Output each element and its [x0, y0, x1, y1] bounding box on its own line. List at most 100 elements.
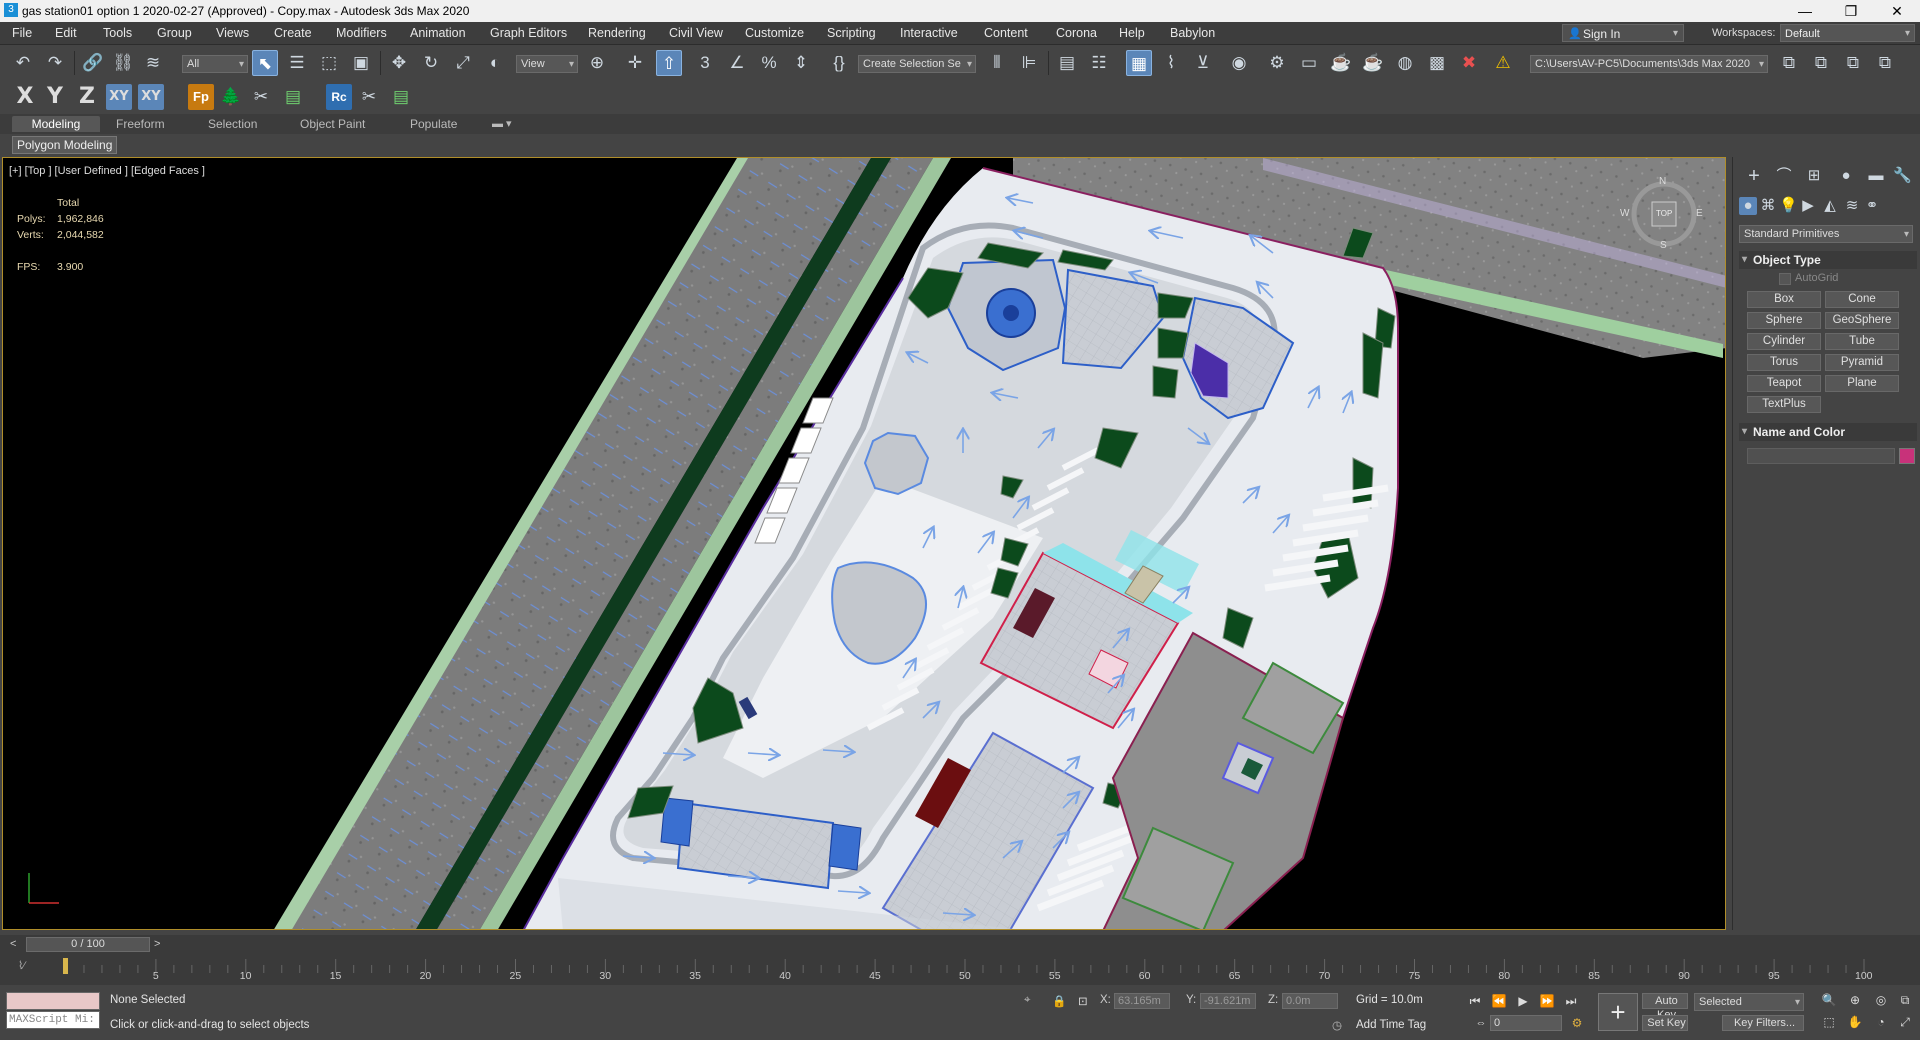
pan-icon[interactable]: ✋ — [1846, 1013, 1864, 1031]
zoom-all-icon[interactable]: ⊕ — [1846, 991, 1864, 1009]
project-folder-icon[interactable]: ⧉ — [1776, 50, 1802, 76]
reference-coordinate-dropdown[interactable]: View — [516, 55, 578, 73]
teapot-button[interactable]: Teapot — [1747, 375, 1821, 392]
maximize-viewport-icon[interactable]: ⤢ — [1896, 1013, 1914, 1031]
menu-modifiers[interactable]: Modifiers — [336, 26, 387, 40]
app-icon[interactable]: 3 — [4, 3, 18, 17]
maxscript-listener-input[interactable]: MAXScript Mi: — [6, 1011, 100, 1029]
maxscript-listener-top[interactable] — [6, 992, 100, 1010]
tab-object-paint[interactable]: Object Paint — [292, 116, 373, 132]
link-icon[interactable]: 🔗 — [80, 50, 106, 76]
corona-tools-icon[interactable]: ▩ — [1424, 50, 1450, 76]
z-coord-field[interactable]: 0.0m — [1282, 993, 1338, 1009]
set-key-big-button[interactable]: + — [1598, 993, 1638, 1031]
menu-edit[interactable]: Edit — [55, 26, 77, 40]
cone-button[interactable]: Cone — [1825, 291, 1899, 308]
lock-selection-icon[interactable]: 🔒 — [1052, 994, 1066, 1008]
y-coord-field[interactable]: -91.621m — [1200, 993, 1256, 1009]
sign-in-dropdown[interactable]: 👤 Sign In ▾ — [1562, 24, 1684, 42]
railclone-icon[interactable]: Rc — [326, 84, 352, 110]
axis-xy-cycle-button[interactable]: XY — [138, 84, 164, 110]
menu-scripting[interactable]: Scripting — [827, 26, 876, 40]
category-dropdown[interactable]: Standard Primitives — [1739, 225, 1913, 243]
menu-create[interactable]: Create — [274, 26, 312, 40]
auto-key-button[interactable]: Auto Key — [1642, 993, 1688, 1021]
modify-tab-icon[interactable]: ⌒ — [1775, 167, 1793, 185]
railclone-list-icon[interactable]: ▤ — [388, 84, 414, 110]
ribbon-options-icon[interactable]: ▬ ▾ — [484, 116, 520, 132]
rect-selection-region-icon[interactable]: ⬚ — [316, 50, 342, 76]
minimize-button[interactable]: — — [1782, 0, 1828, 22]
orbit-icon[interactable]: ◔ — [1872, 1013, 1890, 1031]
curve-editor-icon[interactable]: ⌇ — [1158, 50, 1184, 76]
menu-interactive[interactable]: Interactive — [900, 26, 958, 40]
time-slider-thumb[interactable]: 0 / 100 — [26, 937, 150, 952]
shapes-icon[interactable]: ⌘ — [1759, 197, 1777, 215]
container-icon[interactable]: ⧉ — [1872, 50, 1898, 76]
menu-content[interactable]: Content — [984, 26, 1028, 40]
render-production-icon[interactable]: ☕ — [1328, 50, 1354, 76]
rendered-frame-window-icon[interactable]: ▭ — [1296, 50, 1322, 76]
name-and-color-rollout[interactable]: Name and Color — [1739, 423, 1917, 441]
unlink-icon[interactable]: ⛓ — [110, 50, 136, 76]
angle-snap-icon[interactable]: ∠ — [724, 50, 750, 76]
autogrid-checkbox[interactable] — [1779, 273, 1791, 285]
forest-tree-icon[interactable]: 🌲 — [218, 84, 244, 110]
window-crossing-icon[interactable]: ▣ — [348, 50, 374, 76]
zoom-extents-icon[interactable]: ◎ — [1872, 991, 1890, 1009]
menu-civil-view[interactable]: Civil View — [669, 26, 723, 40]
cameras-icon[interactable]: ▶ — [1799, 197, 1817, 215]
go-to-end-icon[interactable]: ⏭ — [1562, 992, 1580, 1010]
polygon-modeling-button[interactable]: Polygon Modeling — [12, 136, 118, 154]
time-slider-prev-icon[interactable]: < — [10, 938, 16, 950]
next-frame-icon[interactable]: ⏩ — [1538, 992, 1556, 1010]
axis-y-button[interactable]: Y — [42, 84, 68, 110]
create-tab-icon[interactable]: + — [1745, 166, 1763, 186]
menu-corona[interactable]: Corona — [1056, 26, 1097, 40]
systems-icon[interactable]: ⚭ — [1863, 197, 1881, 215]
schematic-view-icon[interactable]: ⊻ — [1190, 50, 1216, 76]
material-editor-icon[interactable]: ◉ — [1226, 50, 1252, 76]
viewport-top[interactable]: [+] [Top ] [User Defined ] [Edged Faces … — [2, 157, 1726, 930]
lights-icon[interactable]: 💡 — [1779, 197, 1798, 215]
absolute-mode-icon[interactable]: ⊡ — [1078, 994, 1088, 1008]
move-icon[interactable]: ✥ — [386, 50, 412, 76]
geosphere-button[interactable]: GeoSphere — [1825, 312, 1899, 329]
menu-file[interactable]: File — [12, 26, 32, 40]
tab-freeform[interactable]: Freeform — [108, 116, 173, 132]
viewport-label[interactable]: [+] [Top ] [User Defined ] [Edged Faces … — [9, 165, 205, 177]
corona-stop-icon[interactable]: ✖ — [1456, 50, 1482, 76]
axis-x-button[interactable]: X — [12, 84, 38, 110]
menu-tools[interactable]: Tools — [103, 26, 132, 40]
tube-button[interactable]: Tube — [1825, 333, 1899, 350]
viewcube[interactable]: N S E W TOP — [1620, 176, 1703, 251]
select-by-name-icon[interactable]: ☰ — [284, 50, 310, 76]
helpers-icon[interactable]: ◭ — [1821, 197, 1839, 215]
axis-xy-button[interactable]: XY — [106, 84, 132, 110]
selection-filter-dropdown[interactable]: All — [182, 55, 248, 73]
object-type-rollout[interactable]: Object Type — [1739, 251, 1917, 269]
tab-populate[interactable]: Populate — [402, 116, 465, 132]
render-in-cloud-icon[interactable]: ◍ — [1392, 50, 1418, 76]
redo-icon[interactable]: ↷ — [42, 50, 68, 76]
time-configuration-icon[interactable]: ⚙ — [1568, 1014, 1586, 1032]
space-warps-icon[interactable]: ≋ — [1843, 197, 1861, 215]
menu-help[interactable]: Help — [1119, 26, 1145, 40]
sphere-button[interactable]: Sphere — [1747, 312, 1821, 329]
close-button[interactable]: ✕ — [1874, 0, 1920, 22]
menu-babylon[interactable]: Babylon — [1170, 26, 1215, 40]
scale-icon[interactable]: ⤢ — [450, 50, 476, 76]
utilities-tab-icon[interactable]: 🔧 — [1893, 167, 1912, 185]
keyboard-shortcut-override-icon[interactable]: ⇧ — [656, 50, 682, 76]
cylinder-button[interactable]: Cylinder — [1747, 333, 1821, 350]
axis-z-button[interactable]: Z — [74, 84, 100, 110]
forest-tools-icon[interactable]: ✂ — [248, 84, 274, 110]
bind-spacewarp-icon[interactable]: ≋ — [140, 50, 166, 76]
railclone-tools-icon[interactable]: ✂ — [356, 84, 382, 110]
menu-customize[interactable]: Customize — [745, 26, 804, 40]
hierarchy-tab-icon[interactable]: ⊞ — [1805, 167, 1823, 185]
current-frame-field[interactable]: 0 — [1490, 1015, 1562, 1031]
play-icon[interactable]: ▶ — [1514, 992, 1532, 1010]
menu-rendering[interactable]: Rendering — [588, 26, 646, 40]
motion-tab-icon[interactable]: ● — [1837, 167, 1855, 185]
